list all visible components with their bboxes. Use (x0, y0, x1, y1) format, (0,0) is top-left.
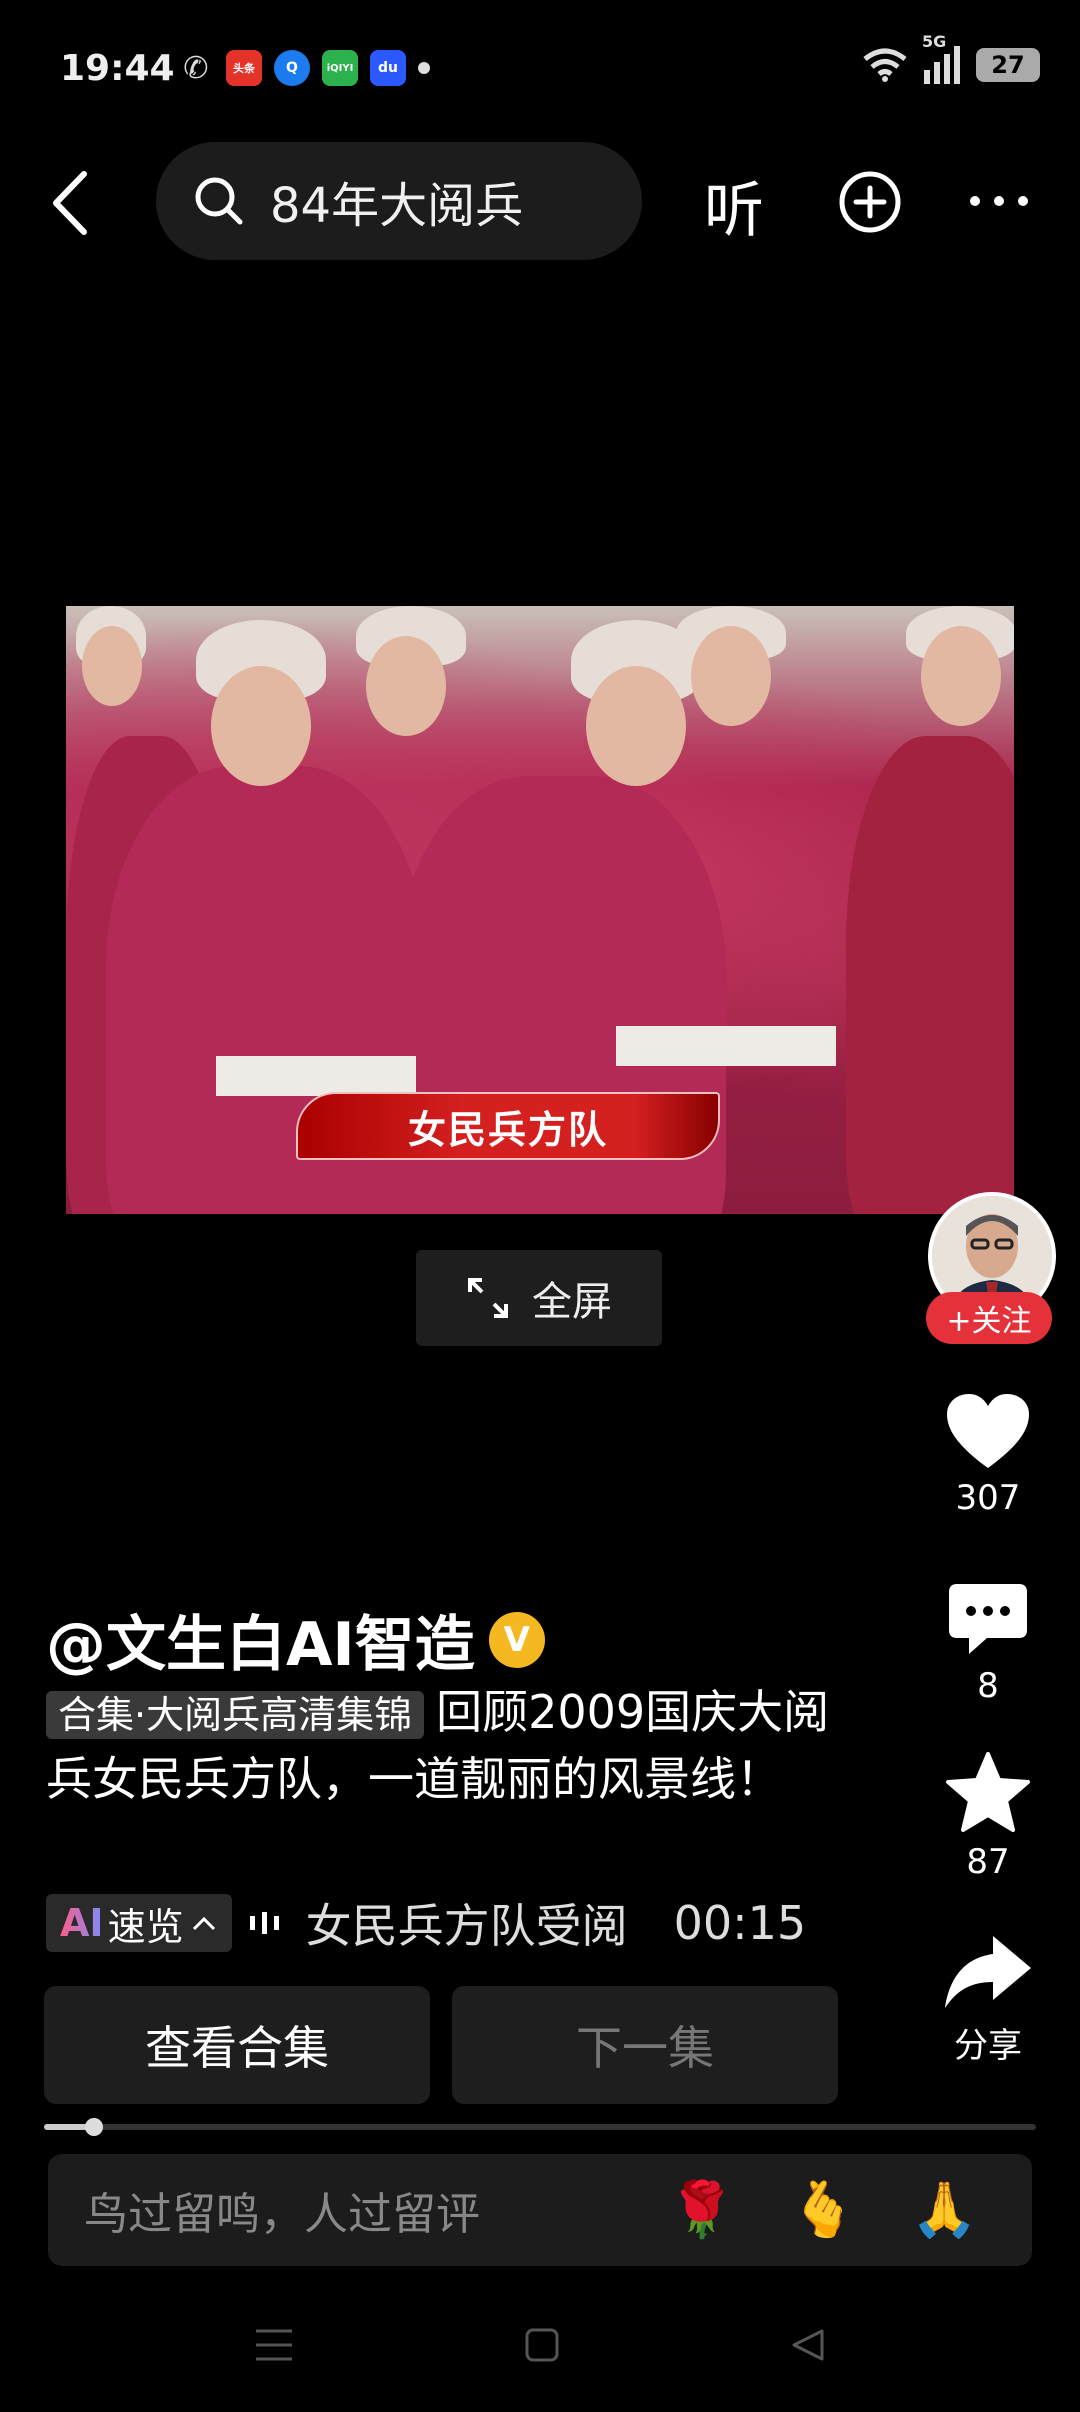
video-caption: 女民兵方队 (407, 1107, 608, 1152)
system-nav-bar (0, 2310, 1080, 2380)
view-collection-button[interactable]: 查看合集 (44, 1986, 430, 2104)
q-app-icon: Q (274, 50, 310, 86)
author-name: @文生白AI智造 (46, 1610, 475, 1680)
wechat-icon: ✆ (183, 50, 209, 86)
search-query: 84年大阅兵 (270, 178, 524, 234)
share-arrow-icon (945, 1936, 1031, 2008)
favorite-count: 87 (966, 1842, 1010, 1882)
comment-count: 8 (977, 1666, 999, 1706)
heart-hand-emoji-button[interactable]: 🫰 (790, 2178, 857, 2242)
ai-summary-row[interactable]: AI 速览 女民兵方队受阅 00:15 (46, 1890, 806, 1956)
ai-summary-text: 女民兵方队受阅 (305, 1899, 628, 1953)
author-name-row[interactable]: @文生白AI智造 V (46, 1596, 545, 1683)
progress-thumb[interactable] (84, 2118, 103, 2136)
ai-chip-label: 速览 (107, 1904, 184, 1949)
video-description[interactable]: 合集·大阅兵高清集锦 回顾2009国庆大阅兵女民兵方队，一道靓丽的风景线！ (46, 1680, 836, 1811)
ai-logo-icon: AI (60, 1901, 104, 1945)
like-count: 307 (955, 1478, 1021, 1518)
comment-placeholder: 鸟过留鸣，人过留评 (84, 2189, 480, 2240)
next-episode-button[interactable]: 下一集 (452, 1986, 838, 2104)
comment-icon (949, 1584, 1027, 1654)
fullscreen-button[interactable]: 全屏 (416, 1250, 662, 1346)
search-icon (195, 177, 243, 225)
more-notifications-dot (418, 62, 430, 74)
status-right: 5G 27 (862, 32, 1040, 84)
add-icon[interactable] (838, 170, 902, 234)
ai-summary-time: 00:15 (673, 1896, 807, 1950)
more-options-button[interactable] (970, 196, 1028, 206)
heart-icon (947, 1394, 1029, 1468)
chevron-up-icon (192, 1916, 215, 1931)
favorite-button[interactable]: 87 (918, 1752, 1058, 1882)
follow-button[interactable]: +关注 (926, 1292, 1052, 1344)
comment-input[interactable]: 鸟过留鸣，人过留评 🌹 🫰 🙏 (48, 2154, 1032, 2266)
fullscreen-label: 全屏 (532, 1279, 612, 1325)
home-nav-icon[interactable] (524, 2327, 560, 2363)
ai-quick-view-chip[interactable]: AI 速览 (46, 1894, 232, 1952)
pray-emoji-button[interactable]: 🙏 (911, 2178, 978, 2242)
toutiao-icon: 头条 (226, 50, 262, 86)
menu-nav-icon[interactable] (254, 2327, 294, 2363)
iqiyi-icon: iQIYI (322, 50, 358, 86)
battery-indicator: 27 (976, 48, 1040, 82)
comment-button[interactable]: 8 (918, 1582, 1058, 1706)
share-label: 分享 (954, 2026, 1022, 2066)
share-button[interactable]: 分享 (918, 1934, 1058, 2067)
baidu-icon: du (370, 50, 406, 86)
back-button[interactable] (44, 168, 100, 238)
collection-tag[interactable]: 合集·大阅兵高清集锦 (46, 1691, 425, 1739)
audio-wave-icon (249, 1912, 279, 1934)
progress-track[interactable] (44, 2124, 1036, 2130)
verified-badge-icon: V (488, 1611, 545, 1668)
video-player[interactable]: 女民兵方队 (66, 606, 1014, 1214)
expand-icon (468, 1278, 508, 1318)
wifi-icon (863, 48, 907, 82)
network-type: 5G (922, 32, 947, 51)
status-time: 19:44 (60, 48, 175, 89)
star-icon (946, 1752, 1030, 1832)
signal-icon: 5G (922, 32, 960, 84)
video-caption-bar: 女民兵方队 (296, 1092, 720, 1160)
like-button[interactable]: 307 (918, 1392, 1058, 1518)
back-nav-icon[interactable] (790, 2327, 826, 2363)
notification-icons: ✆ 头条 Q iQIYI du (178, 50, 430, 86)
search-input[interactable]: 84年大阅兵 (156, 142, 642, 260)
rose-emoji-button[interactable]: 🌹 (668, 2178, 735, 2242)
listen-button[interactable]: 听 (704, 162, 764, 249)
